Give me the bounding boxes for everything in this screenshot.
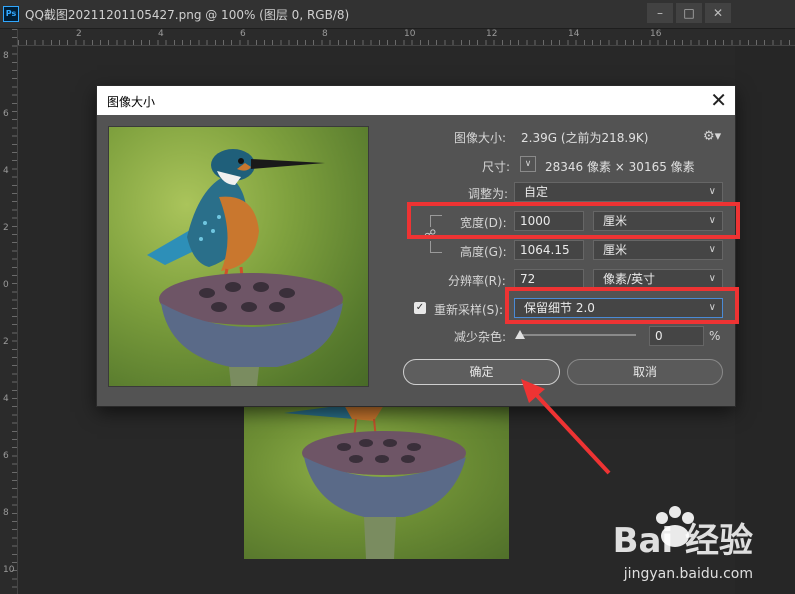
annotation-arrow [521, 379, 611, 475]
highlight-resample-row [505, 287, 739, 324]
document-canvas-image [244, 405, 509, 559]
ruler-tick: 14 [568, 29, 580, 39]
lotus-pod-image [284, 405, 466, 559]
close-icon[interactable]: ✕ [705, 3, 731, 23]
gear-icon[interactable]: ⚙▾ [703, 129, 721, 144]
image-size-dialog: 图像大小 ✕ 图像大小: 2.39G (之前为218.9K) ⚙▾ 尺寸: ∨ … [97, 86, 735, 406]
image-size-value: 2.39G (之前为218.9K) [521, 131, 649, 145]
resolution-input[interactable] [514, 269, 584, 289]
reduce-noise-slider[interactable] [521, 334, 636, 336]
ruler-tick: 0 [3, 280, 9, 290]
document-title: QQ截图20211201105427.png @ 100% (图层 0, RGB… [25, 8, 350, 22]
fit-to-label: 调整为: [468, 187, 509, 201]
fit-to-select[interactable]: 自定 ∨ [514, 182, 723, 202]
reduce-noise-label: 减少杂色: [454, 330, 507, 344]
vertical-ruler: 8 6 4 2 0 2 4 6 8 10 [0, 29, 18, 594]
resample-checkbox[interactable]: ✓ [414, 302, 426, 314]
ruler-tick: 6 [3, 109, 9, 119]
ruler-tick: 10 [404, 29, 416, 39]
resolution-unit-value: 像素/英寸 [603, 272, 656, 286]
height-input[interactable] [514, 240, 584, 260]
ruler-tick: 12 [486, 29, 498, 39]
highlight-width-row [407, 202, 740, 239]
resample-label: 重新采样(S): [434, 303, 504, 317]
chevron-down-icon: ∨ [708, 273, 716, 284]
ruler-tick: 8 [322, 29, 328, 39]
ruler-tick: 6 [3, 451, 9, 461]
height-unit-select[interactable]: 厘米 ∨ [593, 240, 723, 260]
percent-unit: % [709, 329, 721, 343]
slider-thumb[interactable] [515, 330, 525, 339]
ruler-tick: 8 [3, 51, 9, 61]
height-unit-value: 厘米 [603, 243, 628, 257]
resolution-label: 分辨率(R): [448, 274, 506, 288]
resolution-unit-select[interactable]: 像素/英寸 ∨ [593, 269, 723, 289]
minimize-icon[interactable]: – [647, 3, 673, 23]
ruler-tick: 16 [650, 29, 662, 39]
ruler-tick: 8 [3, 508, 9, 518]
dialog-close-icon[interactable]: ✕ [710, 88, 727, 112]
watermark-url: jingyan.baidu.com [623, 566, 753, 582]
ruler-tick: 4 [158, 29, 164, 39]
kingfisher-preview-image [147, 149, 343, 386]
ruler-tick: 4 [3, 394, 9, 404]
ruler-tick: 2 [76, 29, 82, 39]
chevron-down-icon: ∨ [708, 244, 716, 255]
fit-to-value: 自定 [524, 185, 549, 199]
image-preview[interactable] [108, 126, 369, 387]
dialog-title: 图像大小 [107, 95, 156, 109]
ruler-tick: 6 [240, 29, 246, 39]
height-label: 高度(G): [460, 245, 507, 259]
ruler-tick: 2 [3, 337, 9, 347]
horizontal-ruler: 2 4 6 8 10 12 14 16 [18, 29, 795, 46]
dimensions-label: 尺寸: [482, 160, 511, 174]
maximize-icon[interactable]: □ [676, 3, 702, 23]
title-bar: Ps QQ截图20211201105427.png @ 100% (图层 0, … [0, 0, 795, 29]
image-size-label: 图像大小: [454, 131, 507, 145]
dialog-header: 图像大小 ✕ [97, 86, 735, 115]
chevron-down-icon[interactable]: ∨ [520, 156, 536, 172]
workspace-edge [735, 46, 795, 594]
watermark-brand: Bai 经验 [612, 521, 753, 561]
photoshop-logo: Ps [3, 6, 19, 22]
dimensions-value: 28346 像素 × 30165 像素 [545, 160, 695, 174]
ruler-tick: 4 [3, 166, 9, 176]
chevron-down-icon: ∨ [708, 186, 716, 197]
ruler-tick: 10 [3, 565, 15, 575]
reduce-noise-input[interactable] [649, 326, 704, 346]
ruler-tick: 2 [3, 223, 9, 233]
